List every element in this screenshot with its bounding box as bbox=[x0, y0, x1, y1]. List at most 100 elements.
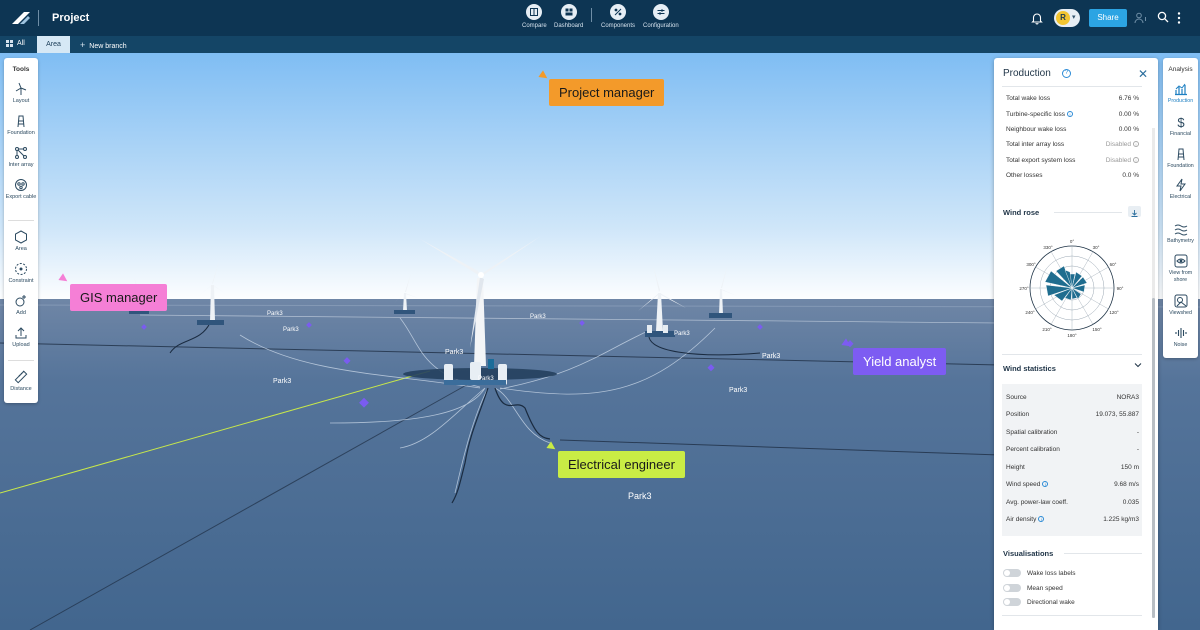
bar-chart-icon bbox=[1174, 83, 1187, 96]
park-label[interactable]: Park3 bbox=[273, 378, 291, 385]
viewshed-icon bbox=[1174, 294, 1187, 308]
more-options-icon[interactable] bbox=[1176, 11, 1182, 25]
tool-distance[interactable]: Distance bbox=[4, 370, 38, 392]
angle-label: 240° bbox=[1025, 310, 1035, 315]
loss-value: 0.0 % bbox=[1122, 172, 1139, 179]
tool-layout[interactable]: Layout bbox=[4, 82, 38, 104]
angle-label: 330° bbox=[1043, 245, 1053, 250]
panel-title: Production bbox=[1003, 68, 1051, 79]
park-label[interactable]: Park3 bbox=[530, 314, 546, 320]
compare-icon bbox=[526, 4, 543, 20]
analysis-item-electrical[interactable]: Electrical bbox=[1163, 178, 1198, 201]
user-avatar-menu[interactable]: R ▾ bbox=[1054, 9, 1080, 27]
new-branch-button[interactable]: + New branch bbox=[80, 40, 127, 50]
tool-foundation[interactable]: Foundation bbox=[4, 114, 38, 136]
tool-area[interactable]: Area bbox=[4, 230, 38, 252]
stat-value: 1.225 kg/m3 bbox=[1103, 516, 1139, 523]
directional-wake-toggle[interactable] bbox=[1003, 598, 1021, 606]
scrollbar[interactable] bbox=[1152, 128, 1155, 618]
stat-row: Height 150 m bbox=[1006, 464, 1139, 473]
info-icon[interactable]: i bbox=[1042, 481, 1049, 488]
download-button[interactable] bbox=[1128, 206, 1141, 217]
mean-speed-toggle[interactable] bbox=[1003, 584, 1021, 592]
hexagon-icon bbox=[15, 230, 27, 244]
download-icon bbox=[1131, 210, 1138, 217]
scrollbar-thumb[interactable] bbox=[1152, 298, 1155, 618]
stat-label: Air density bbox=[1006, 516, 1037, 523]
loss-value: 0.00 % bbox=[1118, 126, 1139, 133]
loss-label: Neighbour wake loss bbox=[1006, 126, 1067, 133]
chevron-down-icon[interactable] bbox=[1134, 362, 1142, 368]
user-add-icon[interactable] bbox=[1134, 12, 1148, 24]
park-label[interactable]: Park3 bbox=[628, 491, 652, 501]
tool-label: Foundation bbox=[7, 130, 35, 136]
tool-constraint[interactable]: Constraint bbox=[4, 262, 38, 284]
constraint-icon bbox=[15, 263, 27, 275]
network-icon bbox=[15, 147, 27, 159]
bell-icon[interactable] bbox=[1030, 11, 1044, 25]
info-icon[interactable]: i bbox=[1038, 516, 1045, 523]
tool-inter-array[interactable]: Inter array bbox=[4, 146, 38, 168]
stat-row: Air density i 1.225 kg/m3 bbox=[1006, 516, 1139, 525]
components-icon bbox=[610, 4, 627, 20]
loss-value: Disabled bbox=[1105, 157, 1131, 164]
park-label[interactable]: Park3 bbox=[478, 376, 494, 382]
wind-statistics-title[interactable]: Wind statistics bbox=[1003, 364, 1056, 373]
share-button[interactable]: Share bbox=[1089, 9, 1127, 27]
project-title[interactable]: Project bbox=[52, 12, 89, 24]
park-label[interactable]: Park3 bbox=[762, 353, 780, 360]
tool-upload[interactable]: Upload bbox=[4, 326, 38, 348]
app-logo-icon[interactable] bbox=[10, 9, 32, 27]
nav-dashboard[interactable]: Dashboard bbox=[554, 4, 583, 29]
search-icon[interactable] bbox=[1157, 11, 1169, 23]
tool-add[interactable]: Add bbox=[4, 294, 38, 316]
tab-all[interactable]: All bbox=[6, 40, 25, 47]
park-label[interactable]: Park3 bbox=[445, 349, 463, 356]
toggle-label: Wake loss labels bbox=[1027, 570, 1076, 577]
analysis-item-viewshed[interactable]: Viewshed bbox=[1163, 294, 1198, 317]
angle-label: 300° bbox=[1026, 262, 1036, 267]
info-icon[interactable]: i bbox=[1133, 141, 1139, 148]
analysis-label: Foundation bbox=[1167, 163, 1194, 169]
stat-row: Spatial calibration - bbox=[1006, 429, 1139, 438]
analysis-item-foundation[interactable]: Foundation bbox=[1163, 147, 1198, 170]
analysis-item-bathymetry[interactable]: Bathymetry bbox=[1163, 222, 1198, 245]
analysis-label: Electrical bbox=[1169, 194, 1192, 200]
nav-compare[interactable]: Compare bbox=[522, 4, 547, 29]
divider bbox=[1002, 615, 1142, 616]
stat-label: Avg. power-law coeff. bbox=[1006, 499, 1068, 506]
analysis-item-financial[interactable]: $ Financial bbox=[1163, 115, 1198, 138]
analysis-item-noise[interactable]: Noise bbox=[1163, 326, 1198, 349]
divider bbox=[1002, 354, 1142, 355]
help-icon[interactable]: ? bbox=[1062, 69, 1071, 78]
info-icon[interactable]: i bbox=[1133, 157, 1139, 164]
top-bar: Project Compare Dashboard Components Con… bbox=[0, 0, 1200, 36]
nav-components[interactable]: Components bbox=[601, 4, 635, 29]
analysis-item-production[interactable]: Production bbox=[1163, 79, 1198, 109]
loss-label: Other losses bbox=[1006, 172, 1043, 179]
park-label[interactable]: Park3 bbox=[674, 331, 690, 337]
chevron-down-icon: ▾ bbox=[1072, 14, 1076, 21]
stat-value: NORA3 bbox=[1116, 394, 1139, 401]
stat-label: Percent calibration bbox=[1006, 446, 1060, 453]
park-label[interactable]: Park3 bbox=[729, 387, 747, 394]
tool-export-cable[interactable]: Export cable bbox=[4, 178, 38, 200]
plus-icon: + bbox=[80, 40, 86, 50]
stat-value: 9.68 m/s bbox=[1114, 481, 1139, 488]
park-label[interactable]: Park3 bbox=[267, 311, 283, 317]
stat-row: Position 19.073, 55.887 bbox=[1006, 411, 1139, 420]
analysis-item-view-from-shore[interactable]: View from shore bbox=[1163, 254, 1198, 284]
add-shape-icon bbox=[15, 295, 26, 307]
tab-area[interactable]: Area bbox=[37, 36, 70, 53]
foundation-icon bbox=[1177, 148, 1184, 161]
nav-configuration[interactable]: Configuration bbox=[643, 4, 679, 29]
wind-rose-chart: 0° 30° 60° 90° 120° 150° 180° 210° 240° … bbox=[1019, 239, 1123, 338]
tab-label: All bbox=[17, 40, 25, 47]
close-icon[interactable]: ✕ bbox=[1138, 67, 1148, 81]
park-label[interactable]: Park3 bbox=[283, 327, 299, 333]
configuration-icon bbox=[652, 4, 669, 20]
tool-label: Layout bbox=[12, 98, 30, 104]
info-icon[interactable]: i bbox=[1067, 111, 1074, 118]
wake-loss-labels-toggle[interactable] bbox=[1003, 569, 1021, 577]
divider bbox=[8, 360, 34, 361]
